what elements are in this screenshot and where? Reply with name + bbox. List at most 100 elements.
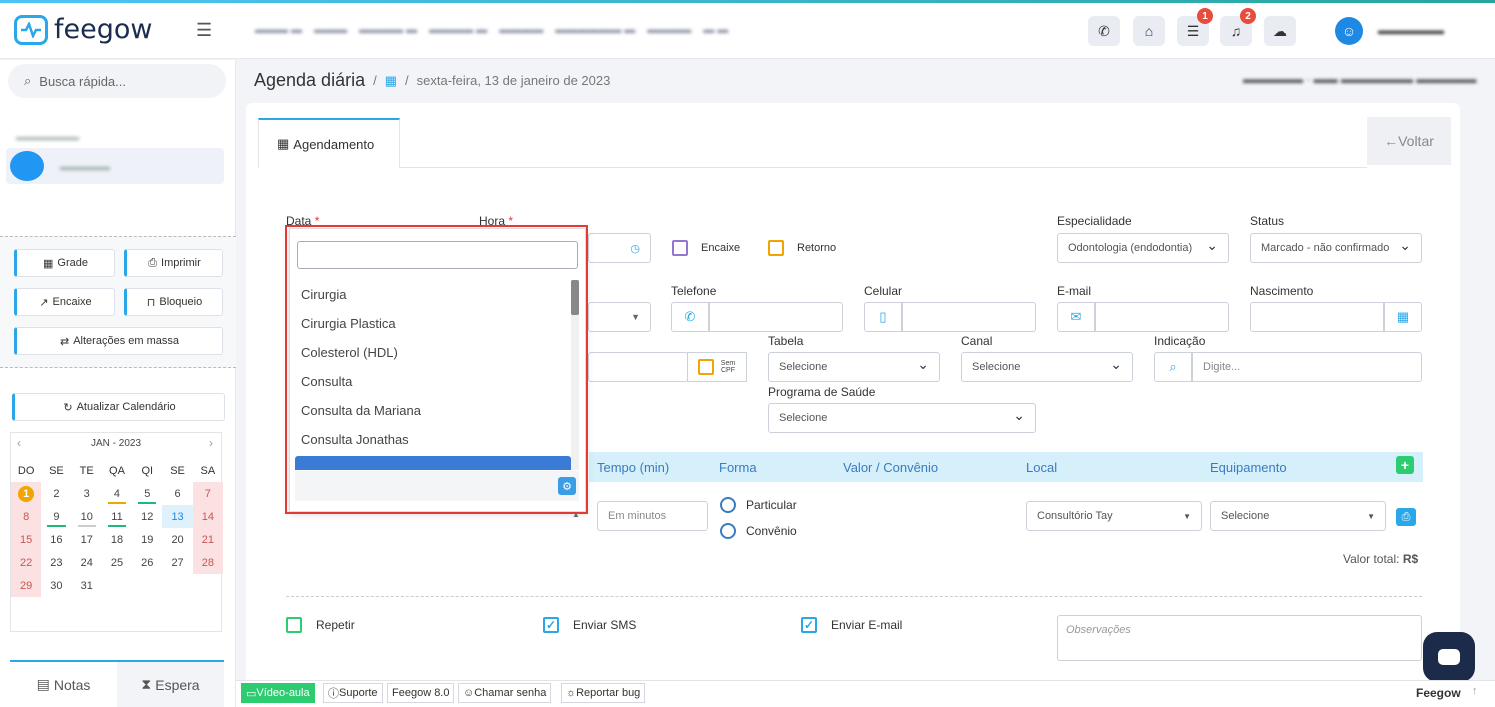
especialidade-select[interactable]: Odontologia (endodontia) bbox=[1057, 233, 1229, 263]
calendar-month: JAN - 2023 bbox=[91, 438, 142, 449]
print-procedure-button[interactable]: ⎙ bbox=[1396, 508, 1416, 526]
voltar-button[interactable]: ← Voltar bbox=[1367, 117, 1451, 165]
notifications-button[interactable]: ♫ 2 bbox=[1220, 8, 1256, 46]
tab-espera[interactable]: ⧗ Espera bbox=[117, 662, 224, 707]
calendar-day[interactable]: 9 bbox=[41, 505, 71, 528]
encaixe-checkbox[interactable] bbox=[672, 240, 688, 259]
sms-checkbox[interactable]: ✓ Enviar SMS bbox=[543, 617, 636, 633]
plus-icon: + bbox=[1400, 457, 1410, 473]
chat-button[interactable]: ☁ bbox=[1264, 16, 1296, 46]
retorno-checkbox[interactable] bbox=[768, 240, 784, 259]
user-avatar[interactable]: ☺ bbox=[1335, 17, 1363, 45]
telefone-input[interactable] bbox=[709, 302, 843, 332]
calendar-day[interactable]: 14 bbox=[192, 505, 223, 528]
convenio-radio[interactable]: Convênio bbox=[720, 523, 797, 539]
calendar-day[interactable]: 17 bbox=[72, 528, 102, 551]
encaixe-label: Encaixe bbox=[701, 242, 741, 254]
canal-select[interactable]: Selecione bbox=[961, 352, 1133, 382]
phone-button[interactable]: ✆ bbox=[1088, 16, 1120, 46]
calendar-day[interactable]: 27 bbox=[162, 551, 192, 574]
calendar-day[interactable]: 25 bbox=[102, 551, 132, 574]
calendar-day[interactable]: 18 bbox=[102, 528, 132, 551]
repetir-checkbox[interactable]: Repetir bbox=[286, 617, 355, 633]
hora-field[interactable]: ◷ bbox=[588, 233, 651, 263]
calendar-day[interactable]: 11 bbox=[102, 505, 132, 528]
col-equipamento: Equipamento bbox=[1210, 459, 1287, 475]
main-nav-blurred: ▬▬▬ ▬ ▬▬▬ ▬▬▬▬ ▬ ▬▬▬▬ ▬ ▬▬▬▬ ▬▬▬▬▬▬ ▬ ▬▬▬▬ ▬ ▬ bbox=[255, 24, 729, 36]
calendar-day[interactable]: 3 bbox=[72, 482, 102, 505]
local-select[interactable]: Consultório Tay ▼ bbox=[1026, 501, 1202, 531]
menu-icon[interactable]: ☰ bbox=[196, 20, 212, 41]
calendar-day[interactable]: 6 bbox=[162, 482, 192, 505]
patient-select-arrow[interactable]: ▼ bbox=[588, 302, 651, 332]
next-month-icon[interactable]: › bbox=[209, 436, 213, 450]
status-select[interactable]: Marcado - não confirmado bbox=[1250, 233, 1422, 263]
calendar-day[interactable]: 20 bbox=[162, 528, 192, 551]
calendar-day[interactable]: 22 bbox=[11, 551, 42, 574]
suporte-button[interactable]: ⓘ Suporte bbox=[323, 683, 383, 703]
calendar-day[interactable]: 21 bbox=[192, 528, 223, 551]
calendar-day[interactable]: 29 bbox=[11, 574, 42, 597]
tab-notas[interactable]: ▤ Notas bbox=[10, 662, 117, 707]
chamar-senha-button[interactable]: ☺ Chamar senha bbox=[458, 683, 552, 703]
cpf-input[interactable] bbox=[588, 352, 688, 382]
add-procedure-button[interactable]: + bbox=[1396, 456, 1414, 474]
calendar-day[interactable]: 19 bbox=[132, 528, 162, 551]
valor-total: Valor total: R$ bbox=[1343, 552, 1419, 566]
calendar-day[interactable]: 12 bbox=[132, 505, 162, 528]
logo-text: feegow bbox=[54, 14, 153, 45]
col-valor: Valor / Convênio bbox=[843, 459, 939, 475]
calendar-day[interactable]: 30 bbox=[41, 574, 71, 597]
calendar-day[interactable]: 4 bbox=[102, 482, 132, 505]
mass-changes-button[interactable]: ⇄ Alterações em massa bbox=[14, 327, 223, 355]
quick-search[interactable]: ⌕ Busca rápida... bbox=[8, 64, 226, 98]
calendar-day[interactable]: 23 bbox=[41, 551, 71, 574]
calendar-day-today[interactable]: 13 bbox=[162, 505, 193, 528]
prev-month-icon[interactable]: ‹ bbox=[17, 436, 21, 450]
bell-icon: ♫ bbox=[1230, 23, 1242, 39]
telefone-label: Telefone bbox=[671, 284, 717, 298]
inbox-button[interactable]: ⌂ bbox=[1133, 16, 1165, 46]
report-bug-button[interactable]: ☼ Reportar bug bbox=[561, 683, 646, 703]
calendar-icon[interactable]: ▦ bbox=[1384, 302, 1422, 332]
tempo-input[interactable]: Em minutos bbox=[597, 501, 708, 531]
encaixe-button[interactable]: ↗ Encaixe bbox=[14, 288, 115, 316]
calendar-day[interactable]: 1 bbox=[11, 482, 42, 505]
calendar-day[interactable]: 31 bbox=[72, 574, 102, 597]
programa-select[interactable]: Selecione bbox=[768, 403, 1036, 433]
tabela-select[interactable]: Selecione bbox=[768, 352, 940, 382]
nascimento-label: Nascimento bbox=[1250, 284, 1314, 298]
chat-widget-button[interactable] bbox=[1423, 632, 1475, 682]
celular-input[interactable] bbox=[902, 302, 1036, 332]
indicacao-input[interactable]: Digite... bbox=[1192, 352, 1422, 382]
user-name-blurred[interactable]: ▬▬▬▬▬▬ bbox=[1378, 25, 1444, 37]
grade-button[interactable]: ▦ Grade bbox=[14, 249, 115, 277]
email-input[interactable] bbox=[1095, 302, 1229, 332]
observacoes-textarea[interactable]: Observações bbox=[1057, 615, 1422, 661]
particular-radio[interactable]: Particular bbox=[720, 497, 797, 513]
calendar-day[interactable]: 28 bbox=[192, 551, 223, 574]
calendar-day[interactable]: 2 bbox=[41, 482, 71, 505]
calendar-day[interactable]: 16 bbox=[41, 528, 71, 551]
equipamento-select[interactable]: Selecione ▼ bbox=[1210, 501, 1386, 531]
video-aula-button[interactable]: ▭ Vídeo-aula bbox=[241, 683, 315, 703]
calendar-day[interactable]: 26 bbox=[132, 551, 162, 574]
nascimento-input[interactable] bbox=[1250, 302, 1384, 332]
calendar-day[interactable]: 15 bbox=[11, 528, 42, 551]
weekday: TE bbox=[79, 464, 94, 477]
calendar-day[interactable]: 10 bbox=[72, 505, 102, 528]
email-checkbox[interactable]: ✓ Enviar E-mail bbox=[801, 617, 902, 633]
calendar-day[interactable]: 24 bbox=[72, 551, 102, 574]
print-button[interactable]: ⎙ Imprimir bbox=[124, 249, 223, 277]
tasks-button[interactable]: ☰ 1 bbox=[1177, 8, 1213, 46]
tab-agendamento[interactable]: ▦ Agendamento bbox=[258, 118, 400, 168]
calendar-day[interactable]: 7 bbox=[192, 482, 223, 505]
scroll-top-icon[interactable]: ↑ bbox=[1472, 685, 1478, 697]
search-icon: ⌕ bbox=[24, 73, 32, 88]
calendar-day[interactable]: 8 bbox=[11, 505, 42, 528]
sem-cpf-toggle[interactable]: Sem CPF bbox=[687, 352, 747, 382]
bloqueio-button[interactable]: ⊓ Bloqueio bbox=[124, 288, 223, 316]
refresh-calendar-button[interactable]: ↻ Atualizar Calendário bbox=[12, 393, 225, 421]
calendar-day[interactable]: 5 bbox=[132, 482, 162, 505]
logo[interactable]: feegow bbox=[14, 14, 152, 45]
